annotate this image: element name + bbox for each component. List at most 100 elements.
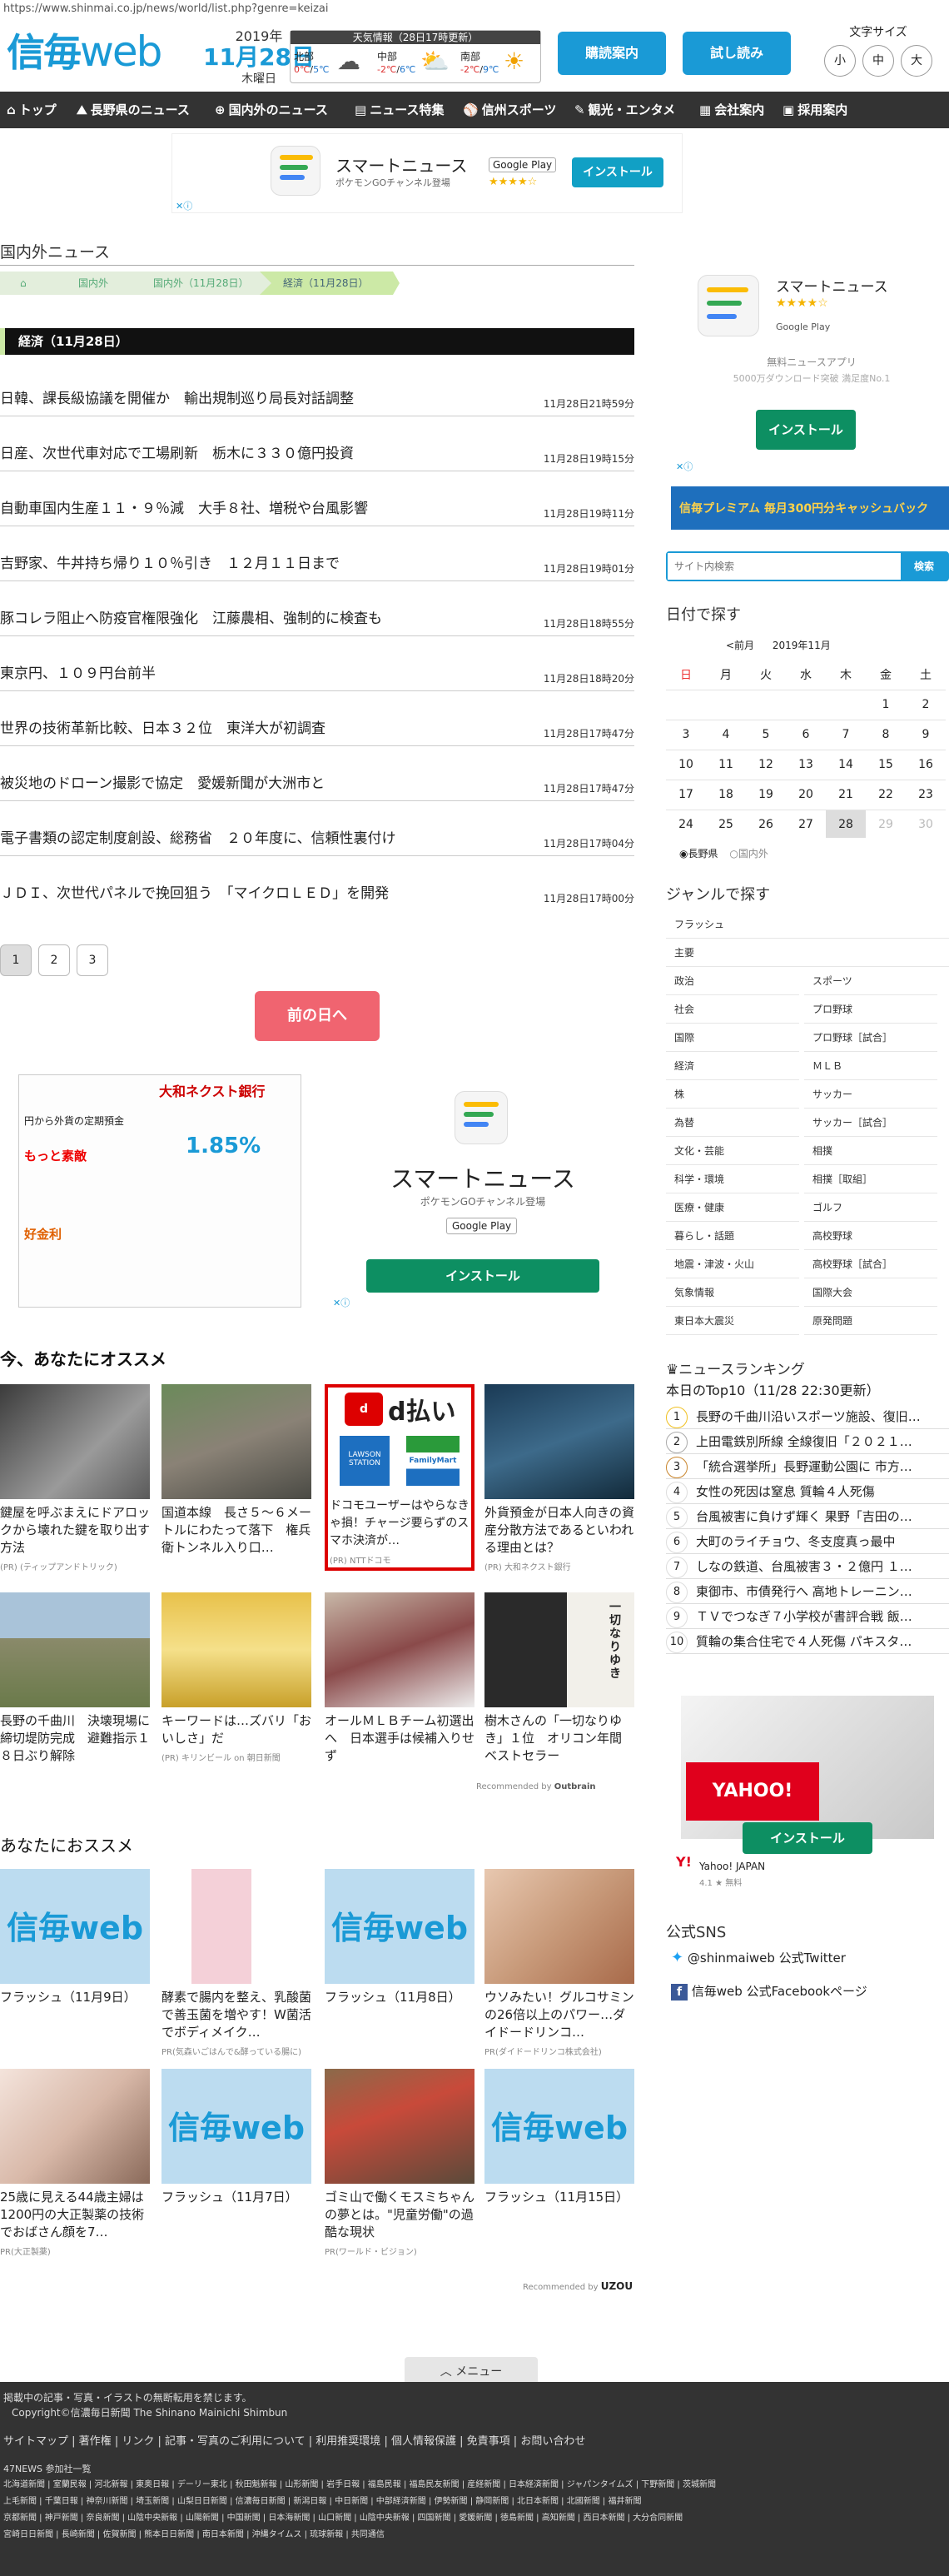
ad-install-button[interactable]: インストール <box>743 1822 872 1854</box>
genre-link[interactable]: 主要 <box>666 939 949 967</box>
outbrain-credit[interactable]: Recommended by Outbrain <box>476 1782 596 1791</box>
footer-link[interactable]: 個人情報保護 <box>391 2435 456 2448</box>
nav-feature[interactable]: ▤ ニュース特集 <box>355 92 444 128</box>
ad-install-button[interactable]: インストール <box>756 410 856 450</box>
recommend-card[interactable]: 信毎web フラッシュ（11月8日） <box>325 1869 474 2010</box>
footer-link[interactable]: サイトマップ <box>3 2435 68 2448</box>
ranking-item[interactable]: 2 上田電鉄別所線 全線復旧「２０２１… <box>666 1429 949 1454</box>
genre-link[interactable]: 科学・環境 <box>666 1166 799 1193</box>
calendar-day[interactable]: 18 <box>706 780 746 808</box>
font-small-button[interactable]: 小 <box>824 45 856 77</box>
news-item[interactable]: 日韓、課長級協議を開催か 輸出規制巡り局長対話調整 11月28日21時59分 <box>0 361 634 416</box>
recommend-card[interactable]: 信毎web フラッシュ（11月7日） <box>161 2069 311 2210</box>
news-item[interactable]: 電子書類の認定制度創設、総務省 ２０年度に、信頼性裏付け 11月28日17時04分 <box>0 801 634 856</box>
ranking-item[interactable]: 4 女性の死因は窒息 質輪４人死傷 <box>666 1479 949 1504</box>
nav-top[interactable]: ⌂ トップ <box>7 92 57 128</box>
calendar-day[interactable]: 3 <box>666 720 706 748</box>
genre-link[interactable]: 気象情報 <box>666 1279 799 1307</box>
news-item[interactable]: ＪＤＩ、次世代パネルで挽回狙う 「マイクロＬＥＤ」を開発 11月28日17時00分 <box>0 856 634 911</box>
subscribe-button[interactable]: 購読案内 <box>558 32 666 75</box>
genre-link[interactable]: 地震・津波・火山 <box>666 1251 799 1278</box>
ad-install-button[interactable]: インストール <box>572 157 663 187</box>
genre-link[interactable]: ＭＬＢ <box>804 1053 937 1080</box>
twitter-link[interactable]: ✦ @shinmaiweb 公式Twitter <box>671 1949 846 1966</box>
page-3-button[interactable]: 3 <box>77 944 108 976</box>
genre-link[interactable]: 原発問題 <box>804 1308 937 1335</box>
footer-link[interactable]: 記事・写真のご利用について <box>165 2435 306 2448</box>
genre-link[interactable]: サッカー <box>804 1081 937 1109</box>
calendar-day[interactable]: 16 <box>906 750 946 778</box>
calendar-day[interactable]: 15 <box>866 750 906 778</box>
top-ad-banner[interactable]: スマートニュース ポケモンGOチャンネル登場 Google Play ★★★★☆… <box>171 133 683 213</box>
search-button[interactable]: 検索 <box>901 553 947 580</box>
recommend-card[interactable]: 外貨預金が日本人向きの資産分散方法であるといわれる理由とは？ (PR) 大和ネクス… <box>484 1384 634 1572</box>
nav-sports[interactable]: ⚾ 信州スポーツ <box>463 92 556 128</box>
calendar-day[interactable]: 28 <box>826 810 866 838</box>
calendar-day[interactable]: 11 <box>706 750 746 778</box>
prev-month-link[interactable]: <前月 <box>726 640 754 651</box>
calendar-day[interactable]: 26 <box>746 810 786 838</box>
nav-world[interactable]: ⊕ 国内外のニュース <box>215 92 328 128</box>
recommend-card[interactable]: 鍵屋を呼ぶまえにドアロックから壊れた鍵を取り出す方法 (PR) (ティップアンドト… <box>0 1384 150 1572</box>
recommend-card[interactable]: 酵素で腸内を整え、乳酸菌で善玉菌を増やす！W菌活でボディメイク… PR(気森いごは… <box>161 1869 311 2057</box>
calendar-day[interactable]: 4 <box>706 720 746 748</box>
calendar-day[interactable]: 13 <box>786 750 826 778</box>
ad-install-button[interactable]: インストール <box>366 1259 599 1293</box>
smartnews-ad[interactable]: スマートニュース ポケモンGOチャンネル登場 Google Play インストー… <box>341 1074 624 1308</box>
calendar-day[interactable]: 21 <box>826 780 866 808</box>
weather-widget[interactable]: 天気情報（28日17時更新） 北部 0℃/5℃ ☁ 中部 -2℃/6℃ ⛅ 南部… <box>290 30 541 83</box>
ranking-item[interactable]: 7 しなの鉄道、台風被害３・２億円 １… <box>666 1554 949 1579</box>
nav-entame[interactable]: ✎ 観光・エンタメ <box>574 92 675 128</box>
news-item[interactable]: 自動車国内生産１１・９％減 大手８社、増税や台風影響 11月28日19時11分 <box>0 471 634 526</box>
uzou-credit[interactable]: Recommended by UZOU <box>523 2280 633 2292</box>
calendar-day[interactable]: 22 <box>866 780 906 808</box>
calendar-day[interactable]: 20 <box>786 780 826 808</box>
ranking-item[interactable]: 9 ＴＶでつなぎ７小学校が書評合戦 飯… <box>666 1604 949 1629</box>
breadcrumb-world[interactable]: 国内外 <box>55 272 145 295</box>
genre-link[interactable]: 高校野球 <box>804 1223 937 1250</box>
ranking-item[interactable]: 10 質輪の集合住宅で４人死傷 パキスタ… <box>666 1629 949 1654</box>
news-item[interactable]: 日産、次世代車対応で工場刷新 栃木に３３０億円投資 11月28日19時15分 <box>0 416 634 471</box>
news-item[interactable]: 被災地のドローン撮影で協定 愛媛新聞が大洲市と 11月28日17時47分 <box>0 746 634 801</box>
genre-link[interactable]: スポーツ <box>804 968 937 995</box>
news-item[interactable]: 東京円、１０９円台前半 11月28日18時20分 <box>0 636 634 691</box>
calendar-day[interactable]: 8 <box>866 720 906 748</box>
mid-ad-area[interactable]: 大和ネクスト銀行 円から外貨の定期預金 もっと素敵 1.85% 好金利 スマート… <box>12 1074 634 1311</box>
site-logo[interactable]: 信毎web <box>7 28 162 76</box>
genre-link[interactable]: 経済 <box>666 1053 799 1080</box>
recommend-card[interactable]: d d払い LAWSON STATION FamilyMart ドコモユーザーはや… <box>325 1384 474 1571</box>
news-item[interactable]: 豚コレラ阻止へ防疫官権限強化 江藤農相、強制的に検査も 11月28日18時55分 <box>0 581 634 636</box>
calendar-day[interactable]: 10 <box>666 750 706 778</box>
calendar-day[interactable]: 1 <box>866 690 906 718</box>
prev-day-button[interactable]: 前の日へ <box>255 991 380 1041</box>
recommend-card[interactable]: オールＭＬＢチーム初選出へ 日本選手は候補入りせず <box>325 1592 474 1768</box>
genre-link[interactable]: プロ野球［試合］ <box>804 1024 937 1052</box>
page-2-button[interactable]: 2 <box>38 944 70 976</box>
calendar-day[interactable]: 14 <box>826 750 866 778</box>
genre-link[interactable]: プロ野球 <box>804 996 937 1024</box>
recommend-card[interactable]: ウソみたい！グルコサミンの26倍以上のパワー…ダイドードリンコ… PR(ダイドード… <box>484 1869 634 2057</box>
news-item[interactable]: 世界の技術革新比較、日本３２位 東洋大が初調査 11月28日17時47分 <box>0 691 634 746</box>
recommend-card[interactable]: 一切なりゆき 樹木さんの「一切なりゆき」１位 オリコン年間ベストセラー <box>484 1592 634 1768</box>
news-item[interactable]: 吉野家、牛丼持ち帰り１０％引き １２月１１日まで 11月28日19時01分 <box>0 526 634 581</box>
genre-link[interactable]: 社会 <box>666 996 799 1024</box>
footer-link[interactable]: 著作権 <box>79 2435 112 2448</box>
nav-nagano[interactable]: ⛰ 長野県のニュース <box>77 92 190 128</box>
font-large-button[interactable]: 大 <box>901 45 932 77</box>
genre-link[interactable]: 相撲［取組］ <box>804 1166 937 1193</box>
recommend-card[interactable]: 長野の千曲川 決壊現場に締切堤防完成 避難指示１８日ぶり解除 <box>0 1592 150 1768</box>
genre-link[interactable]: 文化・芸能 <box>666 1138 799 1165</box>
recommend-card[interactable]: 国道本線 長さ５～６メートルにわたって落下 権兵衛トンネル入り口… <box>161 1384 311 1560</box>
breadcrumb-world-date[interactable]: 国内外（11月28日） <box>130 272 275 295</box>
genre-link[interactable]: ゴルフ <box>804 1194 937 1222</box>
adchoices-icon[interactable]: ✕ⓘ <box>676 460 693 473</box>
recommend-card[interactable]: 25歳に見える44歳主婦は1200円の大正製薬の技術でおばさん顔を7… PR(大正… <box>0 2069 150 2257</box>
yahoo-ad[interactable]: YAHOO! インストール <box>681 1696 934 1854</box>
calendar-day[interactable]: 12 <box>746 750 786 778</box>
genre-link[interactable]: 暮らし・話題 <box>666 1223 799 1250</box>
bank-ad[interactable]: 大和ネクスト銀行 円から外貨の定期預金 もっと素敵 1.85% 好金利 <box>18 1074 301 1308</box>
trial-button[interactable]: 試し読み <box>683 32 791 75</box>
genre-link[interactable]: フラッシュ <box>666 911 949 939</box>
genre-link[interactable]: サッカー［試合］ <box>804 1109 937 1137</box>
calendar-day[interactable]: 23 <box>906 780 946 808</box>
